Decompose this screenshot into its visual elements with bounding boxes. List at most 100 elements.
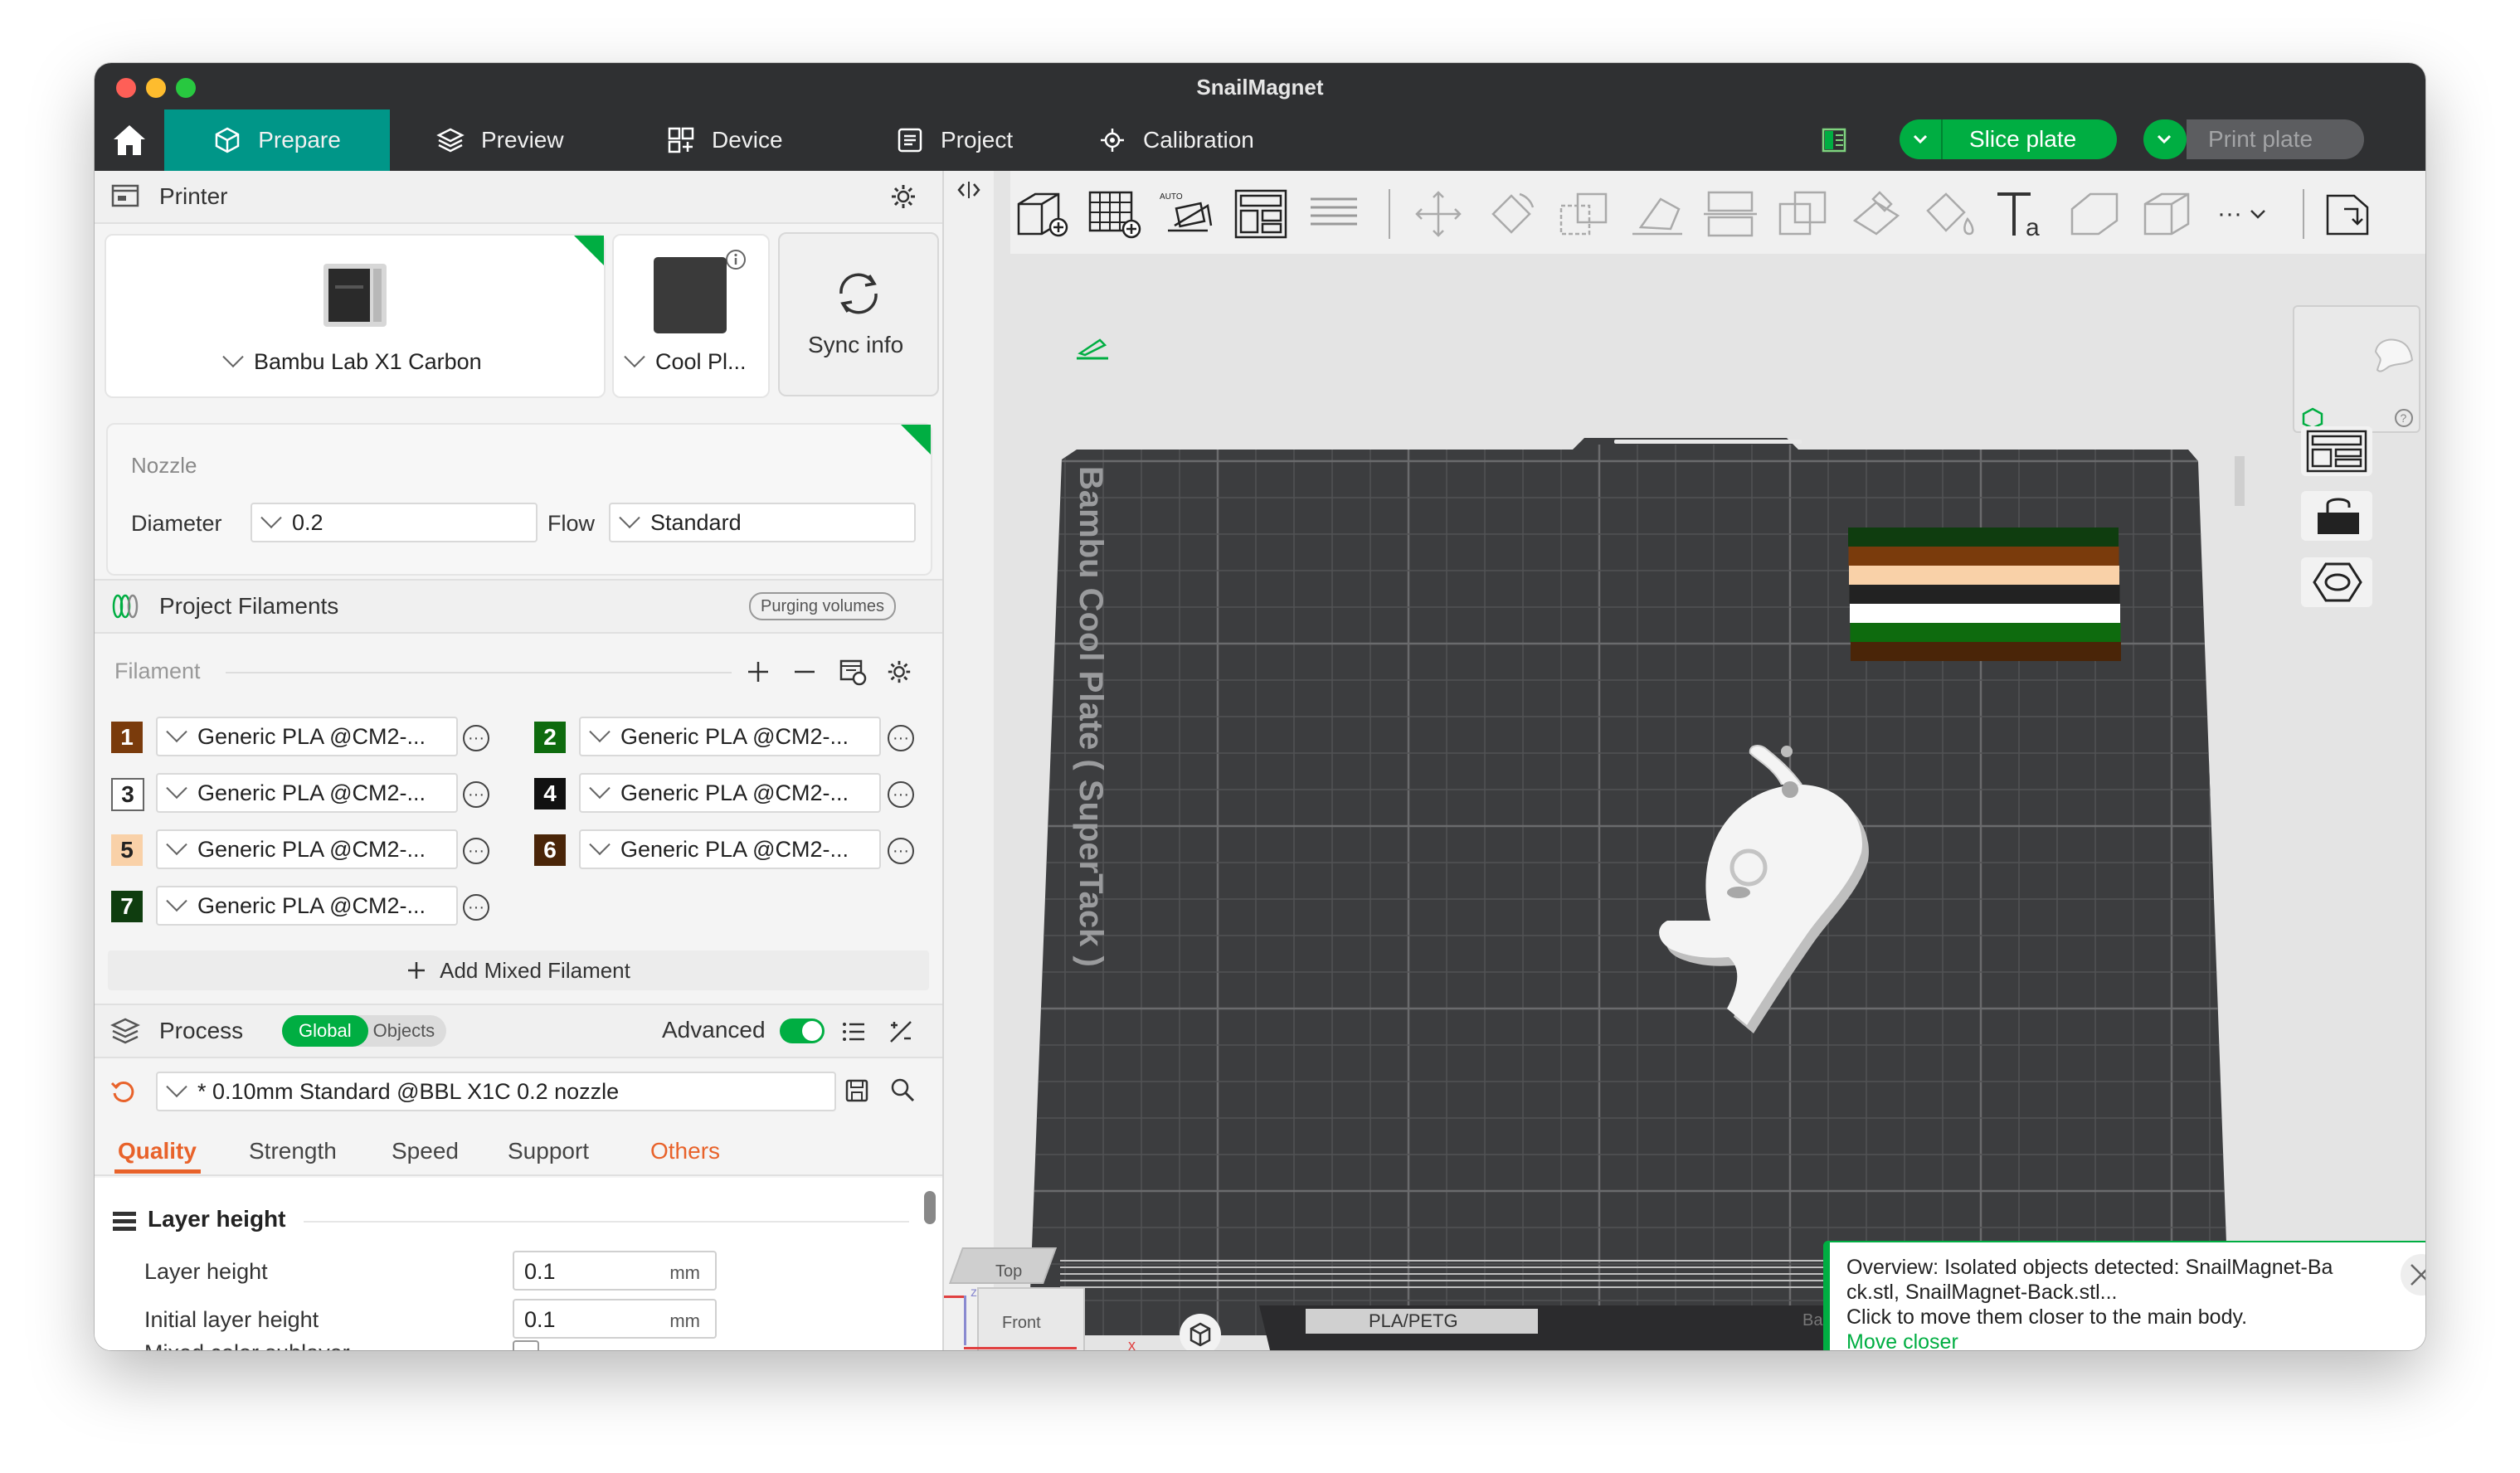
add-object-button[interactable] [1010, 186, 1073, 242]
initial-layer-height-input[interactable]: 0.1 mm [513, 1299, 717, 1339]
filament-5-select[interactable]: Generic PLA @CM2-... [156, 829, 458, 869]
process-list-button[interactable] [841, 1018, 868, 1051]
move-tool-button[interactable] [1407, 186, 1470, 242]
add-mixed-filament-button[interactable]: Add Mixed Filament [108, 950, 929, 990]
move-closer-link[interactable]: Move closer [1846, 1330, 1958, 1350]
measure-tool-button[interactable] [2137, 186, 2200, 242]
filament-7-select[interactable]: Generic PLA @CM2-... [156, 886, 458, 926]
filament-2-select[interactable]: Generic PLA @CM2-... [579, 717, 881, 756]
view-cube[interactable]: Top Front z [944, 1246, 1110, 1350]
filament-6-color-swatch[interactable]: 6 [534, 834, 566, 866]
tab-speed[interactable]: Speed [392, 1138, 459, 1164]
add-plate-button[interactable] [1083, 186, 1146, 242]
objects-scope-button[interactable]: Objects [368, 1015, 447, 1047]
tab-calibration[interactable]: Calibration [1098, 109, 1254, 171]
add-filament-button[interactable] [745, 659, 771, 689]
filament-6-select[interactable]: Generic PLA @CM2-... [579, 829, 881, 869]
printer-settings-button[interactable] [889, 182, 917, 216]
settings-scrollbar[interactable] [924, 1191, 936, 1224]
tab-others[interactable]: Others [650, 1138, 720, 1164]
filament-settings-button[interactable] [886, 659, 912, 689]
tab-project[interactable]: Project [896, 109, 1013, 171]
tab-device[interactable]: Device [667, 109, 783, 171]
filament-4-color-swatch[interactable]: 4 [534, 778, 566, 809]
3d-viewport[interactable]: AUTO a ··· PLA/PETG Bambu Cool Plate (S… [944, 171, 2425, 1350]
sync-ams-button[interactable] [838, 657, 868, 691]
auto-orient-button[interactable]: AUTO [1156, 186, 1219, 242]
support-paint-button[interactable] [1845, 186, 1908, 242]
print-dropdown-button[interactable] [2143, 119, 2187, 159]
filament-7-more-button[interactable]: ··· [463, 894, 489, 921]
filament-1-more-button[interactable]: ··· [463, 725, 489, 751]
layers-edit-button[interactable] [1302, 186, 1365, 242]
process-preset-select[interactable]: * 0.10mm Standard @BBL X1C 0.2 nozzle [156, 1072, 836, 1111]
advanced-toggle[interactable] [780, 1018, 825, 1043]
sync-info-button[interactable]: Sync info [778, 232, 939, 396]
more-tools-button[interactable]: ··· [2205, 186, 2279, 242]
svg-text:AUTO: AUTO [1160, 192, 1183, 202]
boolean-tool-button[interactable] [1772, 186, 1835, 242]
plate-select[interactable]: Cool Pl... [615, 343, 747, 380]
lay-on-face-button[interactable] [1626, 186, 1689, 242]
tab-prepare[interactable]: Prepare [164, 109, 390, 171]
text-tool-button[interactable]: a [1991, 186, 2054, 242]
isolated-objects-notification[interactable]: Overview: Isolated objects detected: Sna… [1823, 1241, 2425, 1350]
rotate-tool-button[interactable] [1480, 186, 1543, 242]
tab-preview[interactable]: Preview [436, 109, 564, 171]
filament-1-select[interactable]: Generic PLA @CM2-... [156, 717, 458, 756]
color-paint-button[interactable] [1918, 186, 1981, 242]
printer-card[interactable]: Bambu Lab X1 Carbon [105, 234, 606, 398]
search-settings-button[interactable] [889, 1077, 916, 1107]
arrange-button[interactable] [1229, 186, 1292, 242]
mixed-color-sublayer-checkbox[interactable] [513, 1340, 539, 1350]
save-preset-button[interactable] [844, 1078, 869, 1107]
wipe-tower[interactable] [1848, 527, 2121, 661]
filament-1-color-swatch[interactable]: 1 [111, 722, 143, 753]
tab-quality[interactable]: Quality [118, 1138, 197, 1164]
slice-dropdown-button[interactable] [1900, 119, 1943, 159]
notification-close-button[interactable] [2401, 1254, 2425, 1296]
plate-card[interactable]: Cool Pl... [612, 234, 770, 398]
filament-3-select[interactable]: Generic PLA @CM2-... [156, 773, 458, 813]
more-dots-icon: ··· [468, 785, 484, 804]
svg-tool-button[interactable] [2064, 186, 2127, 242]
filament-2-color-swatch[interactable]: 2 [534, 722, 566, 753]
filament-7-color-swatch[interactable]: 7 [111, 891, 143, 922]
filament-4-select[interactable]: Generic PLA @CM2-... [579, 773, 881, 813]
plate-thumbnail[interactable]: ? [2293, 305, 2420, 433]
filament-2-more-button[interactable]: ··· [888, 725, 914, 751]
slice-plate-button[interactable]: Slice plate [1900, 119, 2117, 159]
filament-4-more-button[interactable]: ··· [888, 781, 914, 808]
reset-view-button[interactable] [1180, 1314, 1221, 1350]
layer-height-input[interactable]: 0.1 mm [513, 1251, 717, 1291]
filament-5-color-swatch[interactable]: 5 [111, 834, 143, 866]
print-dropdown-arrow [2143, 119, 2185, 159]
filament-3-color-swatch[interactable]: 3 [111, 778, 144, 811]
view-cube-front-face[interactable]: Front [977, 1287, 1085, 1350]
tab-support[interactable]: Support [508, 1138, 589, 1164]
build-plate-canvas[interactable]: PLA/PETG Bamb 01 Bambu Cool Plate ( Supe… [944, 254, 2425, 1350]
global-scope-button[interactable]: Global [282, 1015, 368, 1047]
print-plate-button[interactable]: Print plate [2187, 119, 2364, 159]
plate-settings-button[interactable] [2301, 557, 2372, 607]
split-view-button[interactable] [2319, 186, 2382, 242]
help-icon[interactable]: ? [2394, 408, 2414, 428]
home-button[interactable] [95, 109, 164, 171]
layout-toggle-button[interactable] [1822, 128, 1846, 153]
filament-6-more-button[interactable]: ··· [888, 838, 914, 864]
scale-tool-button[interactable] [1553, 186, 1616, 242]
filament-3-more-button[interactable]: ··· [463, 781, 489, 808]
process-compare-button[interactable] [888, 1018, 914, 1051]
plate-lock-button[interactable] [2301, 491, 2372, 541]
remove-filament-button[interactable] [791, 659, 818, 689]
cut-tool-button[interactable] [1699, 186, 1762, 242]
purging-volumes-button[interactable]: Purging volumes [749, 592, 896, 620]
reset-preset-button[interactable] [109, 1078, 136, 1109]
printer-select[interactable]: Bambu Lab X1 Carbon [214, 343, 482, 380]
tab-strength[interactable]: Strength [249, 1138, 337, 1164]
diameter-select[interactable]: 0.2 [251, 503, 538, 542]
filament-5-more-button[interactable]: ··· [463, 838, 489, 864]
plate-arrange-button[interactable] [2301, 426, 2372, 476]
collapse-sidebar-icon[interactable] [956, 179, 982, 201]
flow-select[interactable]: Standard [609, 503, 916, 542]
